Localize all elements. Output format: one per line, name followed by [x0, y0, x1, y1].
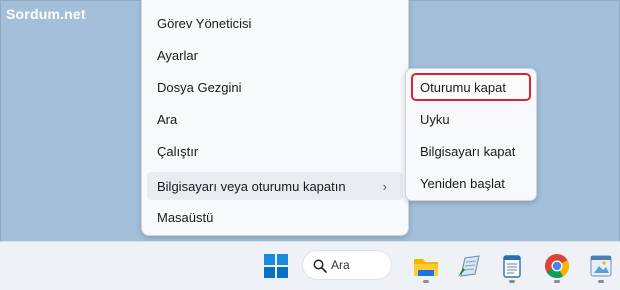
- taskbar: Ara: [0, 241, 620, 290]
- chrome-icon[interactable]: [543, 252, 571, 280]
- menu-item-label: Görev Yöneticisi: [157, 15, 252, 31]
- running-indicator: [509, 280, 515, 283]
- menu-item-search[interactable]: Ara: [147, 105, 403, 133]
- menu-item-label: Ayarlar: [157, 47, 198, 63]
- menu-item-label: Çalıştır: [157, 143, 199, 159]
- menu-item-file-explorer[interactable]: Dosya Gezgini: [147, 73, 403, 101]
- menu-item-label: Masaüstü: [157, 209, 214, 225]
- menu-item-label: Ara: [157, 111, 178, 127]
- chevron-right-icon: ›: [382, 179, 387, 194]
- windows-start-icon[interactable]: [262, 252, 290, 280]
- submenu-item-sign-out[interactable]: Oturumu kapat: [411, 73, 531, 101]
- notepad-icon[interactable]: [498, 252, 526, 280]
- menu-item-shutdown-or-signout[interactable]: Bilgisayarı veya oturumu kapatın ›: [147, 172, 403, 200]
- menu-item-task-manager[interactable]: Görev Yöneticisi: [147, 9, 403, 37]
- submenu-item-label: Oturumu kapat: [420, 79, 506, 95]
- notepad-pencil-icon[interactable]: [455, 252, 483, 280]
- taskbar-search-box[interactable]: Ara: [302, 250, 392, 280]
- menu-item-run[interactable]: Çalıştır: [147, 137, 403, 165]
- menu-item-desktop[interactable]: Masaüstü: [147, 203, 403, 231]
- search-label: Ara: [331, 258, 350, 272]
- running-indicator: [423, 280, 429, 283]
- submenu-item-label: Uyku: [420, 111, 450, 127]
- search-icon: [313, 259, 327, 273]
- menu-item-settings[interactable]: Ayarlar: [147, 41, 403, 69]
- submenu-item-sleep[interactable]: Uyku: [411, 105, 531, 133]
- start-context-menu: Görev Yöneticisi Ayarlar Dosya Gezgini A…: [141, 0, 409, 236]
- menu-item-label: Bilgisayarı veya oturumu kapatın: [157, 178, 346, 194]
- file-explorer-icon[interactable]: [412, 252, 440, 280]
- running-indicator: [598, 280, 604, 283]
- running-indicator: [554, 280, 560, 283]
- watermark: Sordum.net: [6, 6, 86, 22]
- submenu-item-label: Bilgisayarı kapat: [420, 143, 516, 159]
- image-viewer-icon[interactable]: [587, 252, 615, 280]
- shutdown-submenu: Oturumu kapat Uyku Bilgisayarı kapat Yen…: [405, 68, 537, 201]
- submenu-item-restart[interactable]: Yeniden başlat: [411, 169, 531, 197]
- submenu-item-label: Yeniden başlat: [420, 175, 505, 191]
- menu-item-label: Dosya Gezgini: [157, 79, 242, 95]
- submenu-item-shut-down[interactable]: Bilgisayarı kapat: [411, 137, 531, 165]
